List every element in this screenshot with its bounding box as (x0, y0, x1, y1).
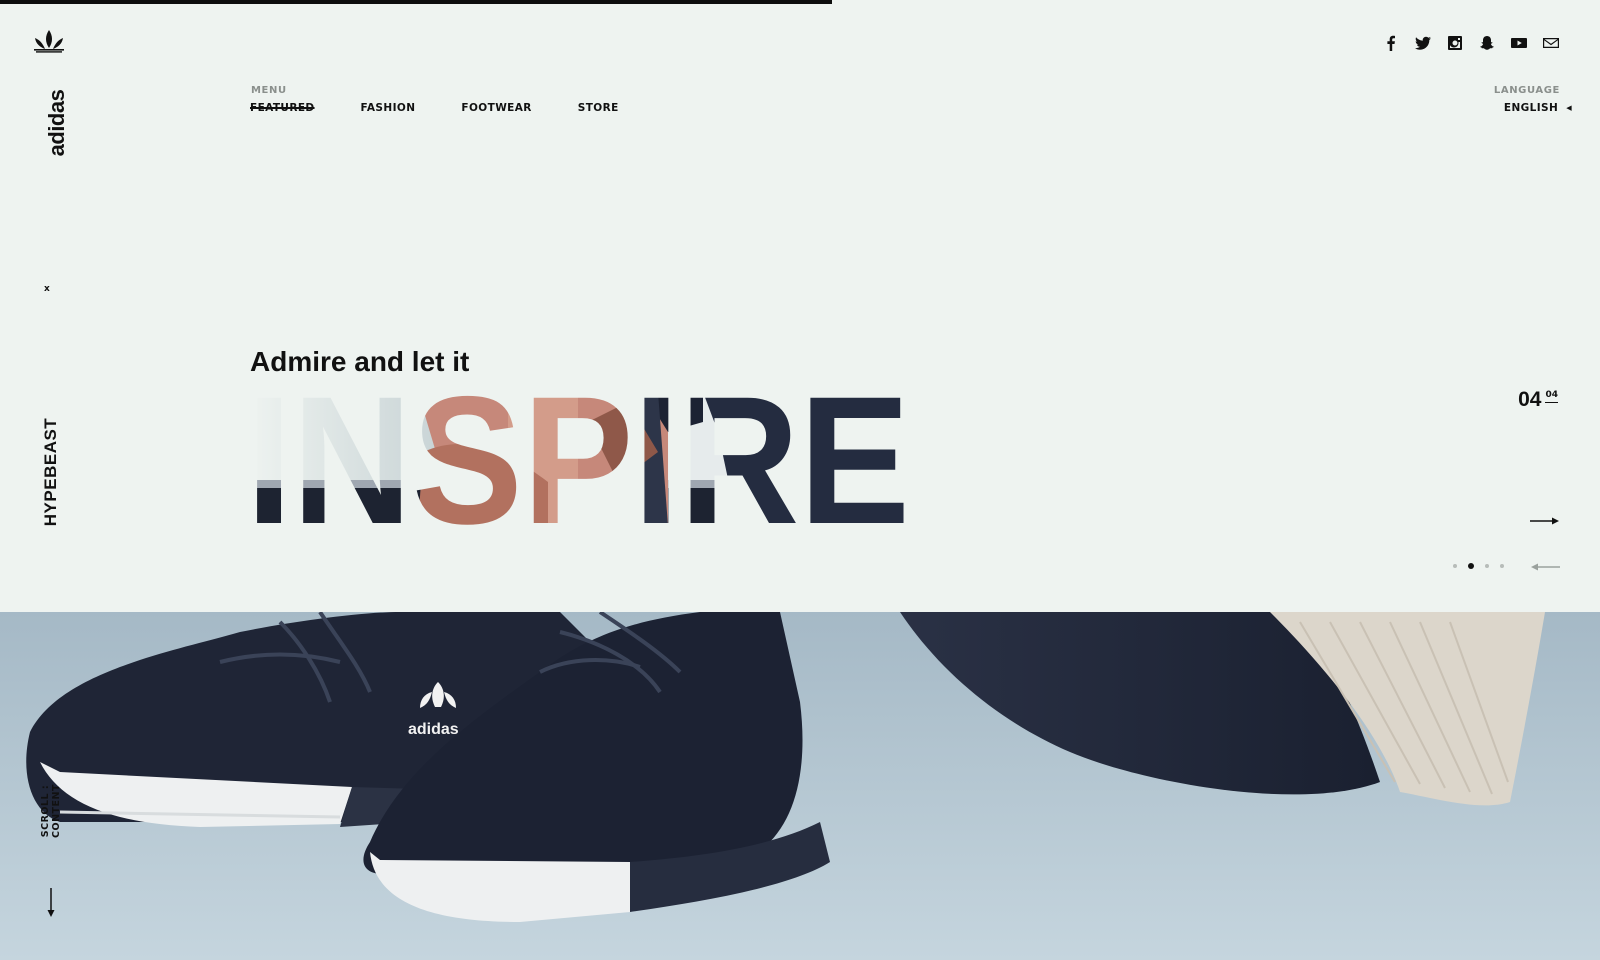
menu-label: MENU (251, 85, 287, 96)
instagram-icon[interactable] (1446, 34, 1464, 52)
slide-dot[interactable] (1500, 564, 1504, 568)
slide-total: 04 (1545, 390, 1558, 403)
trefoil-icon[interactable] (30, 28, 68, 54)
main-nav: FEATURED FASHION FOOTWEAR STORE (250, 102, 619, 114)
slide-current: 04 (1518, 388, 1542, 411)
hero-subhead: Admire and let it (250, 346, 470, 377)
slide-dot[interactable] (1485, 564, 1489, 568)
slide-dot[interactable] (1453, 564, 1457, 568)
youtube-icon[interactable] (1510, 34, 1528, 52)
hero-image: adidas (0, 612, 1600, 960)
scroll-content-label[interactable]: SCROLL : CONTENT (40, 766, 62, 856)
facebook-icon[interactable] (1382, 34, 1400, 52)
twitter-icon[interactable] (1414, 34, 1432, 52)
slide-dots (1453, 563, 1504, 569)
nav-item-fashion[interactable]: FASHION (361, 102, 416, 114)
language-value: ENGLISH (1503, 102, 1559, 114)
slide-progress-fill (0, 0, 832, 4)
arrow-down-icon[interactable] (46, 888, 56, 918)
slide-dot[interactable] (1468, 563, 1474, 569)
adidas-wordmark[interactable]: adidas (44, 88, 70, 158)
social-links (1382, 34, 1560, 52)
language-label: LANGUAGE (1493, 85, 1560, 96)
collab-separator: x (44, 284, 50, 294)
slide-counter: 04 04 (1518, 388, 1558, 412)
hero-headline: INSPIRE (248, 392, 928, 526)
caret-left-icon: ◀ (1566, 104, 1572, 112)
partner-logo[interactable]: HYPEBEAST (41, 417, 61, 527)
arrow-right-icon[interactable] (1530, 516, 1560, 526)
nav-item-footwear[interactable]: FOOTWEAR (461, 102, 531, 114)
arrow-left-icon[interactable] (1530, 562, 1560, 572)
mail-icon[interactable] (1542, 34, 1560, 52)
snapchat-icon[interactable] (1478, 34, 1496, 52)
language-selector[interactable]: ENGLISH ◀ (1504, 102, 1572, 114)
slide-progress-bar (0, 0, 1600, 4)
nav-item-featured[interactable]: FEATURED (250, 102, 315, 114)
svg-text:adidas: adidas (408, 721, 459, 738)
nav-item-store[interactable]: STORE (578, 102, 619, 114)
